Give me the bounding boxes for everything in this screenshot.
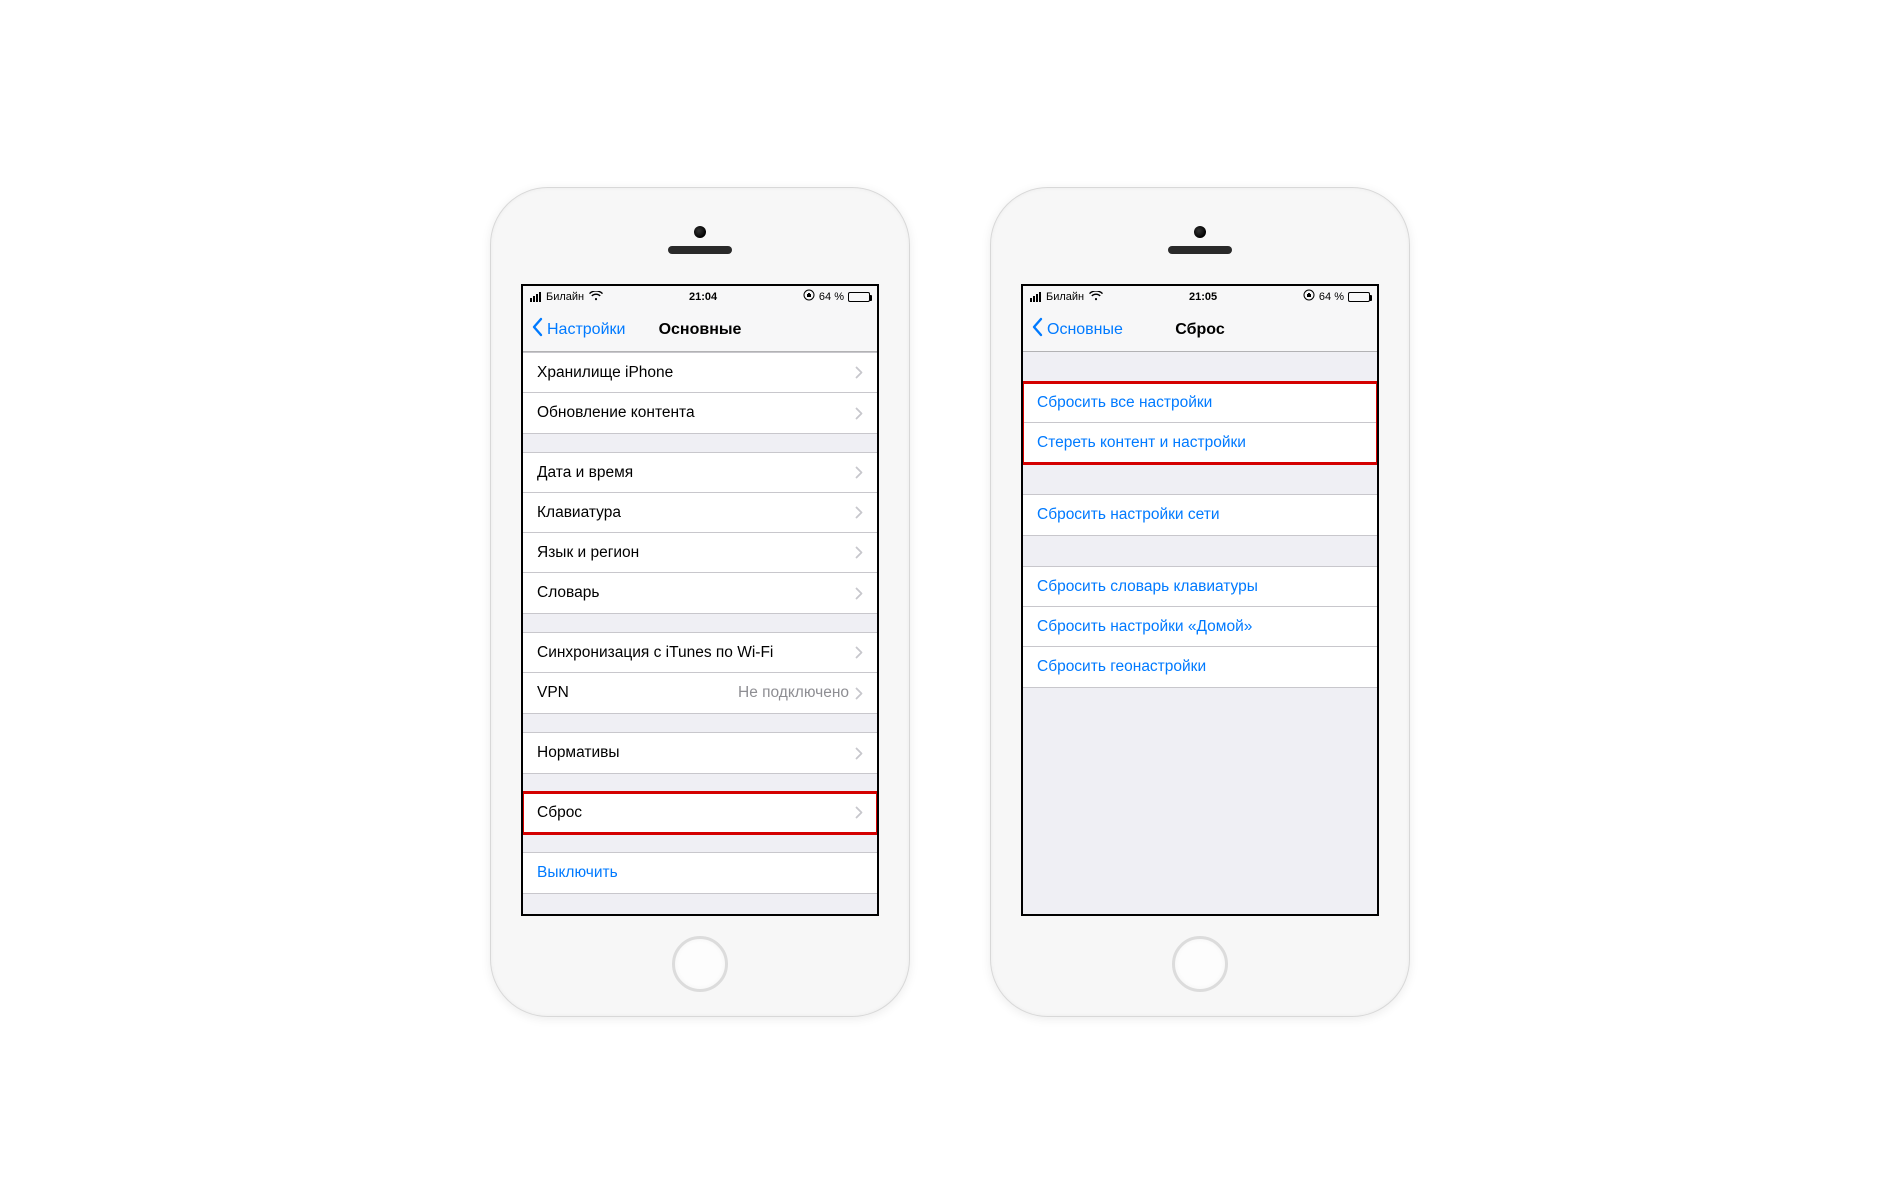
carrier-label: Билайн xyxy=(546,291,584,303)
row-label: Стереть контент и настройки xyxy=(1037,434,1363,452)
settings-group: Хранилище iPhone Обновление контента xyxy=(523,352,877,434)
row-label: Язык и регион xyxy=(537,544,855,562)
settings-row[interactable]: Дата и время xyxy=(523,453,877,493)
row-label: Нормативы xyxy=(537,744,855,762)
settings-row[interactable]: Сбросить настройки сети xyxy=(1023,495,1377,535)
home-button[interactable] xyxy=(1172,936,1228,992)
row-label: Сбросить геонастройки xyxy=(1037,658,1363,676)
settings-group: Сбросить все настройки Стереть контент и … xyxy=(1023,382,1377,464)
settings-row[interactable]: Сброс xyxy=(523,793,877,833)
row-label: Хранилище iPhone xyxy=(537,364,855,382)
clock: 21:04 xyxy=(689,291,717,303)
settings-group: Сбросить настройки сети xyxy=(1023,494,1377,536)
clock: 21:05 xyxy=(1189,291,1217,303)
carrier-label: Билайн xyxy=(1046,291,1084,303)
settings-row[interactable]: Стереть контент и настройки xyxy=(1023,423,1377,463)
battery-icon xyxy=(1348,292,1370,302)
row-label: Сбросить настройки «Домой» xyxy=(1037,618,1363,636)
settings-group: Сброс xyxy=(523,792,877,834)
signal-icon xyxy=(1030,292,1041,302)
chevron-right-icon xyxy=(855,687,863,700)
row-value: Не подключено xyxy=(738,684,849,702)
page-title: Основные xyxy=(659,321,742,339)
row-label: Сбросить словарь клавиатуры xyxy=(1037,578,1363,596)
status-bar: Билайн 21:05 64 % xyxy=(1023,286,1377,308)
iphone-device-right: Билайн 21:05 64 % xyxy=(990,187,1410,1017)
row-label: Выключить xyxy=(537,864,863,882)
settings-row[interactable]: Сбросить настройки «Домой» xyxy=(1023,607,1377,647)
row-label: Сброс xyxy=(537,804,855,822)
row-label: Синхронизация с iTunes по Wi-Fi xyxy=(537,644,855,662)
row-label: Сбросить все настройки xyxy=(1037,394,1363,412)
settings-row[interactable]: Сбросить геонастройки xyxy=(1023,647,1377,687)
settings-group: Сбросить словарь клавиатуры Сбросить наст… xyxy=(1023,566,1377,688)
row-label: Сбросить настройки сети xyxy=(1037,506,1363,524)
chevron-right-icon xyxy=(855,466,863,479)
back-label: Основные xyxy=(1047,321,1123,339)
settings-row[interactable]: Нормативы xyxy=(523,733,877,773)
status-bar: Билайн 21:04 64 % xyxy=(523,286,877,308)
chevron-right-icon xyxy=(855,546,863,559)
signal-icon xyxy=(530,292,541,302)
settings-row[interactable]: Сбросить словарь клавиатуры xyxy=(1023,567,1377,607)
chevron-right-icon xyxy=(855,747,863,760)
settings-row[interactable]: Клавиатура xyxy=(523,493,877,533)
row-label: VPN xyxy=(537,684,738,702)
chevron-right-icon xyxy=(855,806,863,819)
row-label: Обновление контента xyxy=(537,404,855,422)
settings-row[interactable]: Хранилище iPhone xyxy=(523,353,877,393)
iphone-device-left: Билайн 21:04 64 % xyxy=(490,187,910,1017)
camera-dot xyxy=(1194,226,1206,238)
row-label: Словарь xyxy=(537,584,855,602)
back-label: Настройки xyxy=(547,321,625,339)
settings-row[interactable]: Словарь xyxy=(523,573,877,613)
chevron-right-icon xyxy=(855,506,863,519)
settings-content-left[interactable]: Хранилище iPhone Обновление контента Дата … xyxy=(523,352,877,914)
settings-row[interactable]: Выключить xyxy=(523,853,877,893)
back-button[interactable]: Настройки xyxy=(531,308,625,351)
status-left: Билайн xyxy=(1030,290,1103,304)
settings-group: Нормативы xyxy=(523,732,877,774)
home-button[interactable] xyxy=(672,936,728,992)
row-label: Дата и время xyxy=(537,464,855,482)
settings-group: Синхронизация с iTunes по Wi-Fi VPNНе под… xyxy=(523,632,877,714)
chevron-right-icon xyxy=(855,646,863,659)
settings-group: Выключить xyxy=(523,852,877,894)
battery-pct: 64 % xyxy=(1319,291,1344,303)
back-button[interactable]: Основные xyxy=(1031,308,1123,351)
orientation-lock-icon xyxy=(803,289,815,304)
battery-pct: 64 % xyxy=(819,291,844,303)
row-label: Клавиатура xyxy=(537,504,855,522)
settings-row[interactable]: VPNНе подключено xyxy=(523,673,877,713)
status-left: Билайн xyxy=(530,290,603,304)
settings-row[interactable]: Сбросить все настройки xyxy=(1023,383,1377,423)
battery-icon xyxy=(848,292,870,302)
screen-right: Билайн 21:05 64 % xyxy=(1021,284,1379,916)
settings-row[interactable]: Обновление контента xyxy=(523,393,877,433)
orientation-lock-icon xyxy=(1303,289,1315,304)
settings-row[interactable]: Синхронизация с iTunes по Wi-Fi xyxy=(523,633,877,673)
nav-bar: Настройки Основные xyxy=(523,308,877,352)
screen-left: Билайн 21:04 64 % xyxy=(521,284,879,916)
settings-group: Дата и время Клавиатура Язык и регион Слова… xyxy=(523,452,877,614)
settings-row[interactable]: Язык и регион xyxy=(523,533,877,573)
chevron-left-icon xyxy=(531,317,543,342)
chevron-right-icon xyxy=(855,587,863,600)
camera-dot xyxy=(694,226,706,238)
settings-content-right[interactable]: Сбросить все настройки Стереть контент и … xyxy=(1023,352,1377,914)
speaker-slot xyxy=(668,246,732,254)
chevron-right-icon xyxy=(855,407,863,420)
chevron-left-icon xyxy=(1031,317,1043,342)
status-right: 64 % xyxy=(803,289,870,304)
status-right: 64 % xyxy=(1303,289,1370,304)
chevron-right-icon xyxy=(855,366,863,379)
nav-bar: Основные Сброс xyxy=(1023,308,1377,352)
page-title: Сброс xyxy=(1175,321,1224,339)
wifi-icon xyxy=(589,290,603,304)
speaker-slot xyxy=(1168,246,1232,254)
wifi-icon xyxy=(1089,290,1103,304)
